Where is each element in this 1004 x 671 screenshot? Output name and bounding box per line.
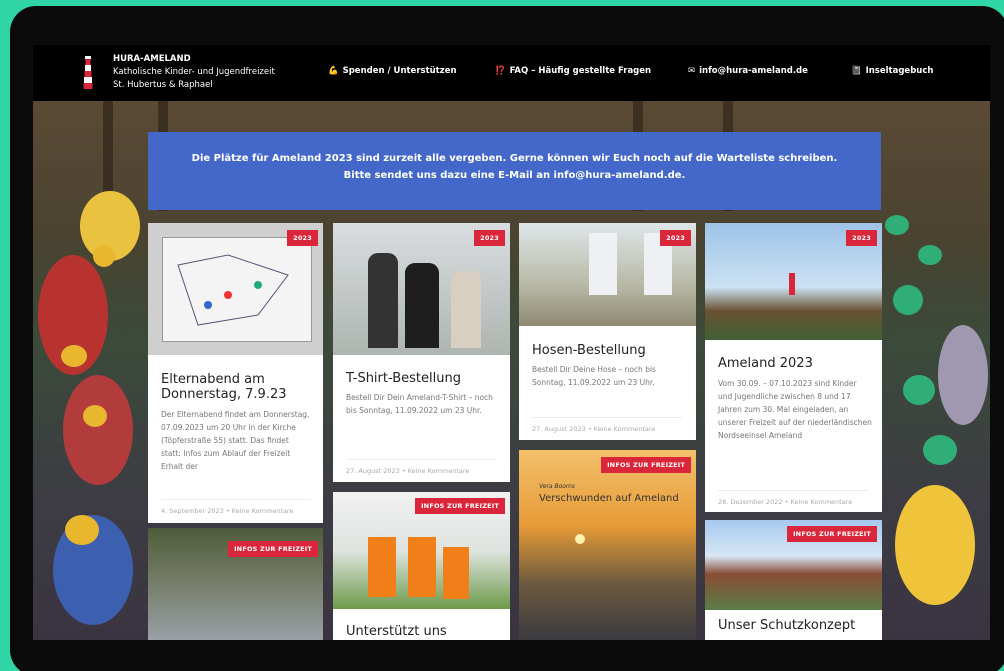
envelope-icon: ✉ (688, 66, 696, 76)
post-meta: 4. September 2023 • Keine Kommentare (161, 499, 311, 515)
site-header: HURA-AMELAND Katholische Kinder- und Jug… (33, 45, 990, 101)
post-card-infos-1[interactable]: INFOS ZUR FREIZEIT (148, 528, 323, 640)
site-title[interactable]: HURA-AMELAND Katholische Kinder- und Jug… (113, 53, 275, 92)
post-card-ameland-2023[interactable]: 2023 Ameland 2023 Vom 30.09. – 07.10.202… (705, 223, 882, 512)
flexed-arm-icon: 💪 (328, 66, 339, 76)
category-badge[interactable]: INFOS ZUR FREIZEIT (228, 541, 318, 557)
post-excerpt: Bestell Dir Dein Ameland-T-Shirt – noch … (346, 393, 493, 415)
post-title[interactable]: T-Shirt-Bestellung (346, 371, 501, 386)
site-subtitle: Katholische Kinder- und Jugendfreizeit (113, 67, 275, 77)
image-author: Vera Booms (539, 483, 575, 490)
post-title[interactable]: Hosen-Bestellung (532, 343, 687, 358)
post-card-schutzkonzept[interactable]: INFOS ZUR FREIZEIT Unser Schutzkonzept (705, 520, 882, 640)
post-excerpt: Bestell Dir Deine Hose – noch bis Sonnta… (532, 365, 656, 387)
post-excerpt: Der Elternabend findet am Donnerstag, 07… (161, 410, 310, 471)
whiteboard-map-icon (177, 254, 289, 326)
post-card-hosen[interactable]: 2023 Hosen-Bestellung Bestell Dir Deine … (519, 223, 696, 440)
post-title[interactable]: Ameland 2023 (718, 356, 873, 371)
site-subtitle-2: St. Hubertus & Raphael (113, 80, 213, 90)
post-excerpt: Vom 30.09. – 07.10.2023 sind Kinder und … (718, 379, 872, 440)
post-image: Vera Booms Verschwunden auf Ameland (519, 450, 696, 640)
category-badge[interactable]: 2023 (287, 230, 318, 246)
category-badge[interactable]: 2023 (474, 230, 505, 246)
lighthouse-logo-icon[interactable] (82, 54, 94, 91)
post-card-elternabend[interactable]: 2023 Elternabend am Donnerstag, 7.9.23 D… (148, 223, 323, 523)
post-title[interactable]: Elternabend am Donnerstag, 7.9.23 (161, 372, 311, 402)
category-badge[interactable]: 2023 (846, 230, 877, 246)
notebook-icon: 📓 (851, 66, 862, 76)
category-badge[interactable]: INFOS ZUR FREIZEIT (415, 498, 505, 514)
browser-viewport: HURA-AMELAND Katholische Kinder- und Jug… (33, 45, 990, 640)
nav-inseltagebuch[interactable]: 📓 Inseltagebuch (851, 66, 933, 76)
post-meta: 27. August 2023 • Keine Kommentare (346, 459, 496, 475)
nav-email[interactable]: ✉ info@hura-ameland.de (688, 66, 808, 76)
exclamation-question-icon: ⁉️ (495, 66, 506, 76)
site-name: HURA-AMELAND (113, 54, 191, 64)
post-card-unterstuetzt[interactable]: INFOS ZUR FREIZEIT Unterstützt uns (333, 492, 510, 640)
category-badge[interactable]: INFOS ZUR FREIZEIT (787, 526, 877, 542)
waitlist-banner: Die Plätze für Ameland 2023 sind zurzeit… (148, 132, 881, 210)
post-meta: 28. Dezember 2022 • Keine Kommentare (718, 490, 868, 506)
post-title[interactable]: Unser Schutzkonzept (718, 618, 873, 633)
nav-faq[interactable]: ⁉️ FAQ – Häufig gestellte Fragen (495, 66, 651, 76)
post-meta: 27. August 2023 • Keine Kommentare (532, 417, 682, 433)
image-title-text: Verschwunden auf Ameland (539, 493, 679, 504)
post-card-tshirt[interactable]: 2023 T-Shirt-Bestellung Bestell Dir Dein… (333, 223, 510, 482)
category-badge[interactable]: 2023 (660, 230, 691, 246)
post-card-verschwunden[interactable]: Vera Booms Verschwunden auf Ameland INFO… (519, 450, 696, 640)
post-title[interactable]: Unterstützt uns (346, 624, 501, 639)
nav-spenden[interactable]: 💪 Spenden / Unterstützen (328, 66, 457, 76)
category-badge[interactable]: INFOS ZUR FREIZEIT (601, 457, 691, 473)
